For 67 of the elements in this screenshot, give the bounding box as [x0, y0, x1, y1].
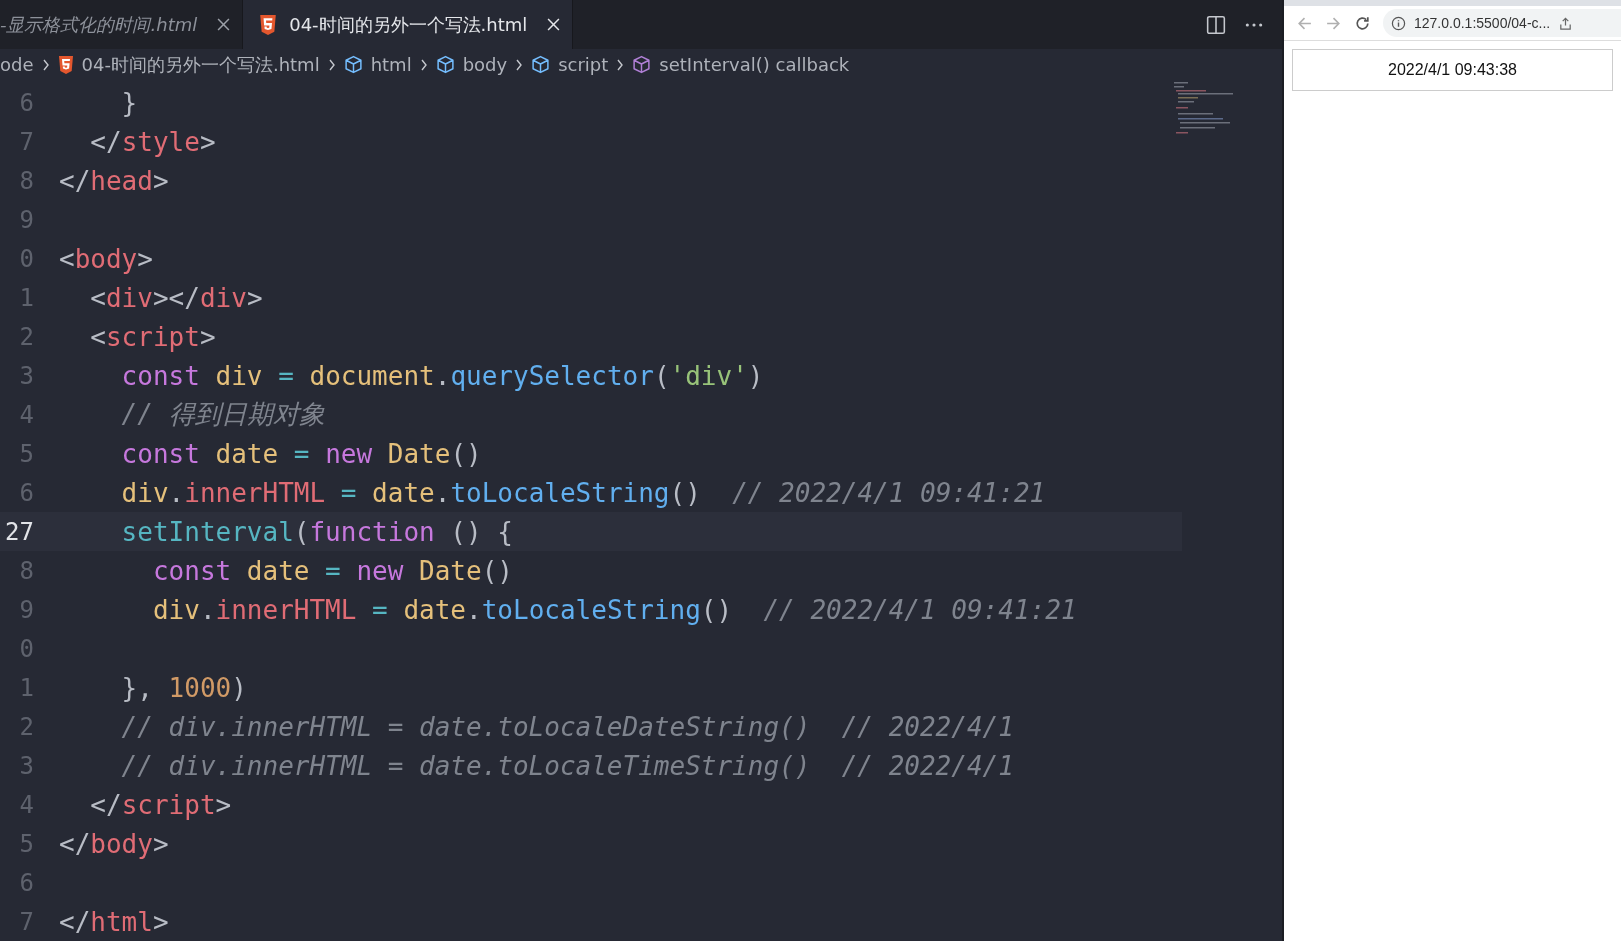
line-number: 9 — [18, 204, 34, 236]
editor-tab[interactable]: -显示格式化的时间.html — [0, 0, 244, 50]
editor-tab[interactable]: 04-时间的另外一个写法.html — [243, 0, 574, 50]
chevron-icon — [41, 58, 50, 71]
cube-icon — [632, 55, 652, 75]
html-file-icon — [57, 55, 74, 74]
line-number: 1 — [18, 282, 34, 314]
code-line: setInterval(function () { — [120, 516, 513, 547]
line-number: 4 — [18, 789, 34, 821]
code-line: // div.innerHTML = date.toLocaleTimeString() // 2022/4/1 — [120, 750, 1014, 781]
line-number: 2 — [18, 321, 34, 353]
code-line: <body> — [59, 243, 153, 274]
line-number: 6 — [18, 867, 34, 899]
line-number: 6 — [18, 477, 34, 509]
code-line: const date = new Date() — [120, 438, 482, 469]
breadcrumb-item[interactable]: 04-时间的另外一个写法.html — [57, 52, 320, 77]
code-line: }, 1000) — [120, 672, 247, 703]
breadcrumb-item[interactable]: setInterval() callback — [632, 54, 850, 76]
line-number: 7 — [18, 906, 34, 938]
code-line: </body> — [59, 828, 169, 859]
close-icon[interactable] — [217, 18, 231, 32]
html-file-icon — [259, 14, 278, 35]
line-number: 7 — [18, 126, 34, 158]
address-bar[interactable]: 127.0.0.1:5500/04-c... — [1383, 9, 1621, 37]
breadcrumb-item[interactable]: ode — [0, 54, 34, 76]
split-editor-icon[interactable] — [1206, 14, 1226, 35]
line-number: 3 — [18, 750, 34, 782]
line-number: 5 — [18, 438, 34, 470]
cube-icon — [435, 55, 455, 75]
breadcrumb-item[interactable]: html — [343, 54, 412, 76]
chevron-icon — [327, 58, 336, 71]
line-number: 9 — [18, 594, 34, 626]
line-number: 1 — [18, 672, 34, 704]
line-number: 2 — [18, 711, 34, 743]
line-number: 0 — [18, 633, 34, 665]
line-number: 8 — [18, 555, 34, 587]
line-number: 0 — [18, 243, 34, 275]
code-line: </html> — [59, 906, 169, 937]
code-line: </head> — [59, 165, 169, 196]
breadcrumb-item[interactable]: body — [435, 54, 508, 76]
line-number: 4 — [18, 399, 34, 431]
code-line: div.innerHTML = date.toLocaleString() // 2022/4/1 09:41:21 — [151, 594, 1077, 625]
date-display: 2022/4/1 09:43:38 — [1292, 49, 1613, 91]
line-number: 5 — [18, 828, 34, 860]
code-line: <div></div> — [89, 282, 263, 313]
code-line: </script> — [89, 789, 232, 820]
code-line: const date = new Date() — [151, 555, 513, 586]
code-line: const div = document.querySelector('div') — [120, 360, 764, 391]
code-line: // div.innerHTML = date.toLocaleDateString() // 2022/4/1 — [120, 711, 1014, 742]
chevron-icon — [419, 58, 428, 71]
chevron-icon — [616, 58, 625, 71]
line-number: 6 — [18, 87, 34, 119]
line-number: 27 — [4, 516, 34, 548]
code-line: // 得到日期对象 — [120, 398, 325, 431]
line-number: 3 — [18, 360, 34, 392]
reload-icon[interactable] — [1354, 14, 1371, 32]
line-number: 8 — [18, 165, 34, 197]
cube-icon — [343, 55, 363, 75]
code-line: } — [120, 87, 138, 118]
share-icon[interactable] — [1558, 15, 1574, 31]
chevron-icon — [515, 58, 524, 71]
breadcrumb-item[interactable]: script — [531, 54, 609, 76]
code-line: <script> — [89, 321, 216, 352]
code-line: div.innerHTML = date.toLocaleString() // 2022/4/1 09:41:21 — [120, 477, 1046, 508]
cube-icon — [531, 55, 551, 75]
code-line: </style> — [89, 126, 216, 157]
info-icon[interactable] — [1391, 15, 1406, 31]
